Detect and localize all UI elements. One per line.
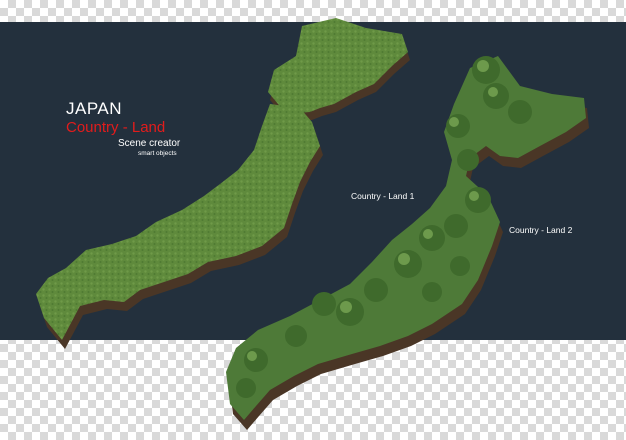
page-title: JAPAN bbox=[66, 99, 123, 118]
japan-models-illustration bbox=[36, 18, 589, 430]
smart-objects-text: smart objects bbox=[138, 150, 177, 157]
scene-creator-text: Scene creator bbox=[118, 138, 181, 149]
land1-hokkaido bbox=[268, 18, 408, 114]
page-subtitle: Country - Land bbox=[66, 119, 166, 136]
land-2-label: Country - Land 2 bbox=[509, 225, 573, 235]
land-1-label: Country - Land 1 bbox=[351, 191, 415, 201]
